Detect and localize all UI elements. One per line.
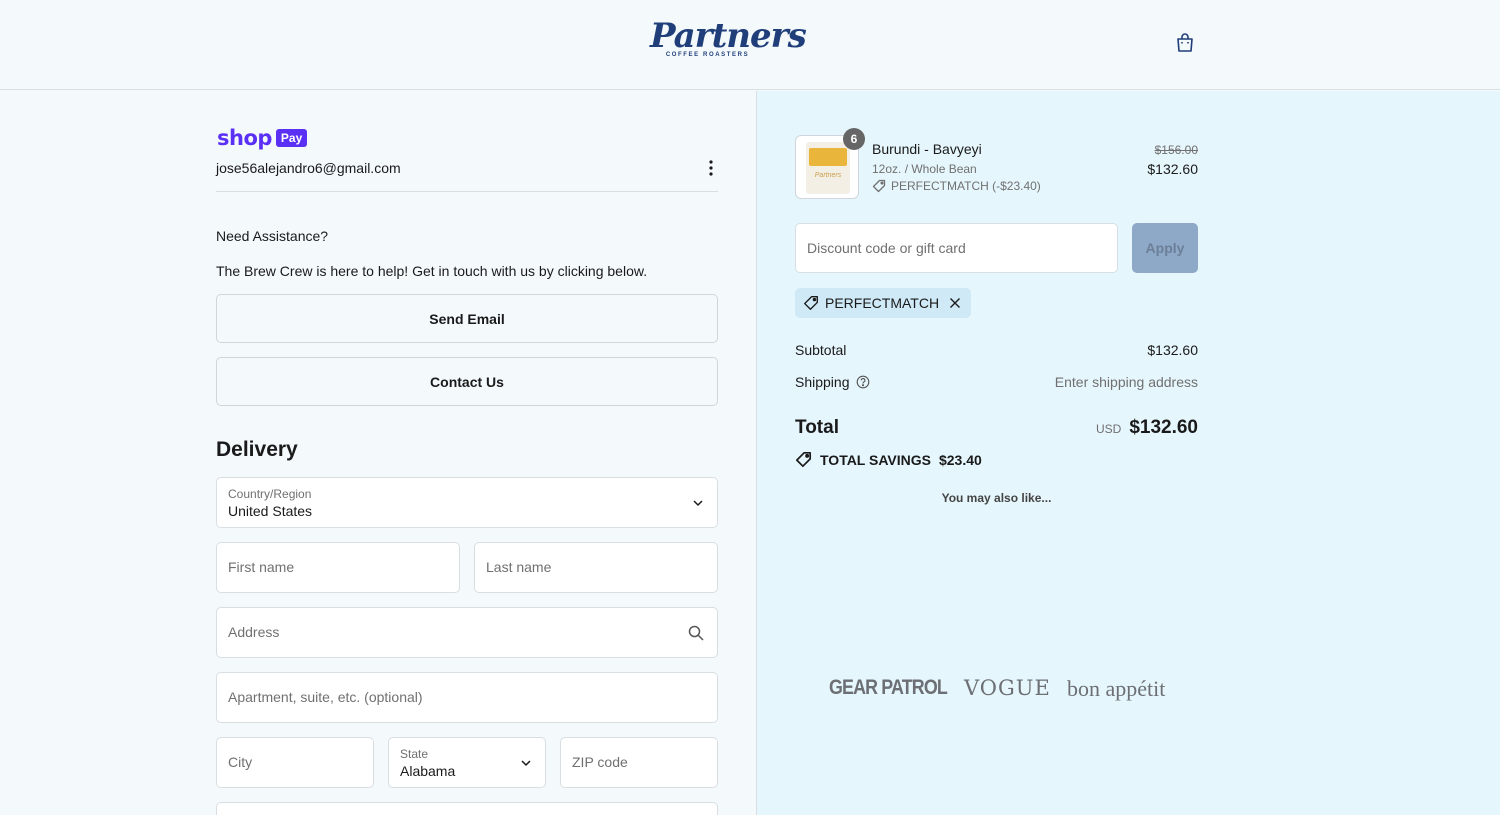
account-divider xyxy=(216,191,718,192)
product-variant: 12oz. / Whole Bean xyxy=(872,162,977,176)
first-name-field[interactable]: First name xyxy=(216,542,460,593)
shop-pay-logo: shop Pay xyxy=(217,126,308,150)
city-field[interactable]: City xyxy=(216,737,374,788)
subtotal-value: $132.60 xyxy=(1147,342,1198,358)
discount-code-input[interactable]: Discount code or gift card xyxy=(795,223,1118,273)
help-circle-icon[interactable] xyxy=(856,375,870,389)
address-field[interactable]: Address xyxy=(216,607,718,658)
gear-patrol-logo: GEAR PATROL xyxy=(829,676,948,699)
coffee-bag-label-image xyxy=(809,148,847,166)
phone-field[interactable] xyxy=(216,802,718,815)
subtotal-label: Subtotal xyxy=(795,342,847,358)
account-email: jose56alejandro6@gmail.com xyxy=(216,160,401,176)
brand-tagline: COFFEE ROASTERS xyxy=(665,52,750,58)
chevron-down-icon xyxy=(693,500,703,507)
apartment-placeholder: Apartment, suite, etc. (optional) xyxy=(228,689,423,705)
assistance-title: Need Assistance? xyxy=(216,228,329,244)
country-select[interactable]: Country/Region United States xyxy=(216,477,718,528)
vogue-logo: VOGUE xyxy=(964,676,1051,700)
site-header: Partners COFFEE ROASTERS xyxy=(0,0,1500,90)
remove-discount-icon[interactable] xyxy=(949,297,961,309)
chevron-down-icon xyxy=(521,760,531,767)
more-vertical-icon[interactable] xyxy=(700,157,722,179)
state-select[interactable]: State Alabama xyxy=(388,737,546,788)
delivery-heading: Delivery xyxy=(216,438,298,461)
brand-logo[interactable]: Partners COFFEE ROASTERS xyxy=(650,14,807,70)
recommendations-heading: You may also like... xyxy=(941,491,1052,505)
checkout-form-column: shop Pay jose56alejandro6@gmail.com Need… xyxy=(0,91,756,815)
product-name: Burundi - Bavyeyi xyxy=(872,141,982,157)
tag-icon xyxy=(872,179,886,193)
total-savings-label: TOTAL SAVINGS xyxy=(820,451,931,468)
total-label: Total xyxy=(795,417,839,438)
zip-code-field[interactable]: ZIP code xyxy=(560,737,718,788)
product-discount-text: PERFECTMATCH (-$23.40) xyxy=(891,179,1041,193)
tag-icon xyxy=(795,451,812,468)
product-discount: PERFECTMATCH (-$23.40) xyxy=(872,179,1041,193)
total-savings: TOTAL SAVINGS $23.40 xyxy=(795,451,982,468)
applied-discount-code: PERFECTMATCH xyxy=(825,295,940,311)
product-price: $132.60 xyxy=(1147,161,1198,177)
discount-code-placeholder: Discount code or gift card xyxy=(807,240,966,256)
total-amount: $132.60 xyxy=(1129,417,1198,438)
country-label: Country/Region xyxy=(228,487,312,501)
total-value-group: USD $132.60 xyxy=(1096,417,1198,439)
shop-pay-word: shop xyxy=(217,126,272,150)
product-original-price: $156.00 xyxy=(1154,143,1198,157)
city-placeholder: City xyxy=(228,754,253,770)
quantity-badge: 6 xyxy=(843,128,865,150)
total-currency: USD xyxy=(1095,422,1122,436)
applied-discount-chip: PERFECTMATCH xyxy=(795,288,972,318)
bon-appetit-logo: bon appétit xyxy=(1067,676,1166,701)
assistance-text: The Brew Crew is here to help! Get in to… xyxy=(216,263,648,279)
order-summary: Partners 6 Burundi - Bavyeyi 12oz. / Who… xyxy=(757,91,1500,815)
first-name-placeholder: First name xyxy=(228,559,295,575)
apartment-field[interactable]: Apartment, suite, etc. (optional) xyxy=(216,672,718,723)
zip-code-placeholder: ZIP code xyxy=(572,754,628,770)
shipping-row-label: Shipping xyxy=(795,374,870,390)
apply-discount-button[interactable]: Apply xyxy=(1132,223,1198,273)
tag-icon xyxy=(804,296,818,310)
contact-us-button[interactable]: Contact Us xyxy=(216,357,718,406)
last-name-field[interactable]: Last name xyxy=(474,542,718,593)
shop-pay-badge: Pay xyxy=(275,129,308,147)
last-name-placeholder: Last name xyxy=(486,559,552,575)
coffee-bag-logo-image: Partners xyxy=(814,172,842,179)
shipping-label: Shipping xyxy=(795,374,850,390)
shipping-value: Enter shipping address xyxy=(1054,374,1198,390)
search-icon xyxy=(688,625,704,641)
state-value: Alabama xyxy=(400,763,456,779)
address-placeholder: Address xyxy=(228,624,280,640)
state-label: State xyxy=(400,747,429,761)
country-value: United States xyxy=(228,503,313,519)
total-savings-amount: $23.40 xyxy=(938,451,982,468)
shopping-bag-icon[interactable] xyxy=(1173,31,1197,55)
send-email-button[interactable]: Send Email xyxy=(216,294,718,343)
